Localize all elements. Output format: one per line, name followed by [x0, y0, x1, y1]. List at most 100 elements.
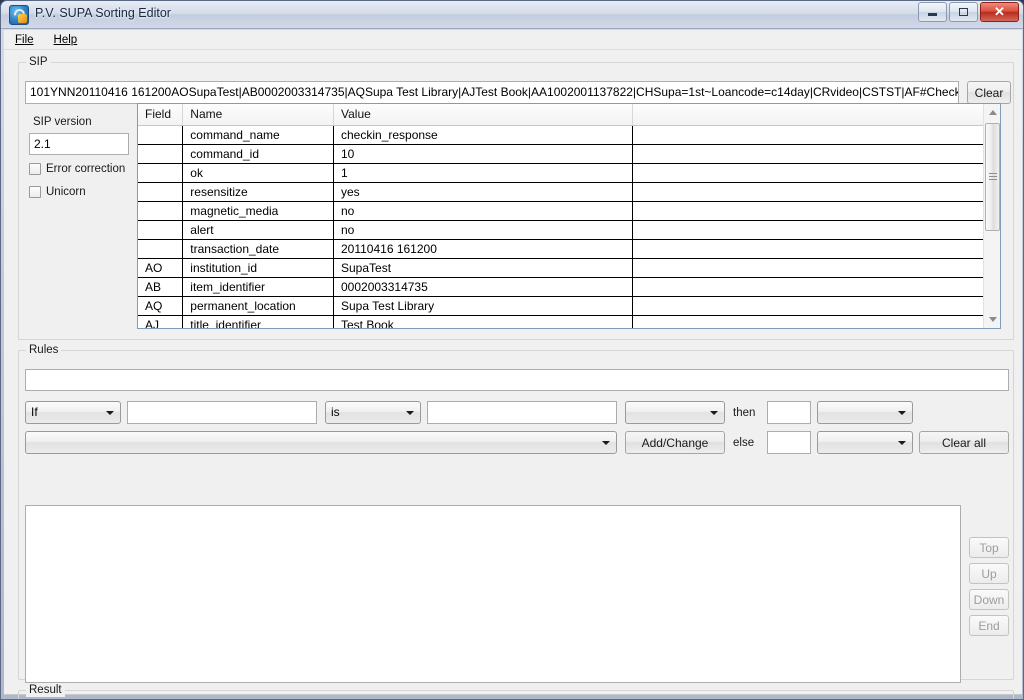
menu-item-file-label: File — [15, 33, 34, 46]
table-row[interactable]: resensitize yes — [138, 182, 1000, 202]
menu-item-help-label: Help — [53, 33, 78, 46]
rules-group: Rules If is then Add/Change else Clear a… — [18, 343, 1014, 683]
rule-field-input[interactable] — [127, 401, 317, 424]
table-cell-field: AJ — [138, 315, 184, 328]
if-condition-combo[interactable]: If — [25, 401, 121, 424]
move-top-button[interactable]: Top — [969, 537, 1009, 558]
table-cell-field — [138, 144, 184, 164]
maximize-icon — [950, 3, 977, 21]
table-cell-name: permanent_location — [182, 296, 334, 316]
table-cell-value: checkin_response — [333, 125, 634, 145]
table-cell-name: item_identifier — [182, 277, 334, 297]
column-header-name[interactable]: Name — [182, 104, 334, 126]
table-cell-value: SupaTest — [333, 258, 634, 278]
table-row[interactable]: AO institution_id SupaTest — [138, 258, 1000, 278]
table-cell-field: AB — [138, 277, 184, 297]
unicorn-checkbox[interactable]: Unicorn — [29, 186, 86, 198]
table-cell-extra — [632, 220, 1000, 240]
table-row[interactable]: ok 1 — [138, 163, 1000, 183]
scroll-up-icon[interactable] — [984, 104, 1000, 121]
chevron-down-icon — [602, 440, 610, 445]
sip-group-label: SIP — [26, 55, 51, 69]
result-group: Result Refresh Is Hold slip Is Transfer … — [18, 683, 1014, 699]
menu-item-file[interactable]: File — [6, 31, 43, 49]
sip-fields-table-inner: Field Name Value command_name checkin_res… — [138, 104, 1000, 328]
minimize-button[interactable] — [918, 2, 947, 22]
clear-all-button[interactable]: Clear all — [919, 431, 1009, 454]
application-window: P.V. SUPA Sorting Editor ✕ File Help SIP… — [0, 0, 1024, 700]
move-end-button[interactable]: End — [969, 615, 1009, 636]
rule-summary-field[interactable] — [25, 369, 1009, 391]
error-correction-checkbox[interactable]: Error correction — [29, 163, 125, 175]
maximize-button[interactable] — [949, 2, 978, 22]
table-row[interactable]: AJ title_identifier Test Book — [138, 315, 1000, 328]
table-cell-name: alert — [182, 220, 334, 240]
table-cell-name: title_identifier — [182, 315, 334, 328]
window-title: P.V. SUPA Sorting Editor — [35, 6, 171, 20]
else-action-combo[interactable] — [817, 431, 913, 454]
table-cell-field — [138, 201, 184, 221]
table-cell-name: institution_id — [182, 258, 334, 278]
then-action-combo[interactable] — [817, 401, 913, 424]
if-condition-combo-value: If — [31, 405, 38, 419]
operator-combo-value: is — [331, 405, 340, 419]
close-button[interactable]: ✕ — [980, 2, 1019, 22]
else-value-input[interactable] — [767, 431, 811, 454]
add-change-button[interactable]: Add/Change — [625, 431, 725, 454]
sip-message-input[interactable]: 101YNN20110416 161200AOSupaTest|AB000200… — [25, 81, 959, 104]
chevron-down-icon — [898, 440, 906, 445]
else-label: else — [733, 437, 755, 449]
sip-version-input[interactable]: 2.1 — [29, 133, 129, 155]
move-down-button[interactable]: Down — [969, 589, 1009, 610]
rule-action-combo[interactable] — [25, 431, 617, 454]
scrollbar-thumb[interactable] — [985, 123, 1000, 231]
table-cell-name: command_name — [182, 125, 334, 145]
table-cell-extra — [632, 239, 1000, 259]
title-bar: P.V. SUPA Sorting Editor ✕ — [1, 1, 1023, 29]
table-cell-value: no — [333, 201, 634, 221]
table-cell-value: Test Book — [333, 315, 634, 328]
error-correction-label: Error correction — [46, 163, 126, 175]
table-cell-value: 1 — [333, 163, 634, 183]
column-header-value[interactable]: Value — [333, 104, 634, 126]
result-group-label: Result — [26, 683, 65, 697]
operator-combo[interactable]: is — [325, 401, 421, 424]
table-header: Field Name Value — [138, 104, 1000, 126]
table-cell-extra — [632, 315, 1000, 328]
column-header-field[interactable]: Field — [138, 104, 184, 126]
table-row[interactable]: alert no — [138, 220, 1000, 240]
sip-group: SIP 101YNN20110416 161200AOSupaTest|AB00… — [18, 55, 1014, 340]
table-row[interactable]: command_id 10 — [138, 144, 1000, 164]
table-cell-value: no — [333, 220, 634, 240]
rule-target-combo[interactable] — [625, 401, 725, 424]
table-row[interactable]: magnetic_media no — [138, 201, 1000, 221]
menu-item-help[interactable]: Help — [45, 31, 87, 49]
unicorn-label: Unicorn — [46, 186, 86, 198]
table-cell-extra — [632, 258, 1000, 278]
table-cell-extra — [632, 296, 1000, 316]
chevron-down-icon — [406, 410, 414, 415]
rules-list[interactable] — [25, 505, 961, 683]
chevron-down-icon — [898, 410, 906, 415]
table-cell-name: command_id — [182, 144, 334, 164]
sip-fields-table[interactable]: Field Name Value command_name checkin_res… — [137, 103, 1001, 329]
table-cell-field — [138, 220, 184, 240]
table-row[interactable]: AB item_identifier 0002003314735 — [138, 277, 1000, 297]
column-header-extra[interactable] — [632, 104, 1000, 126]
table-cell-value: 0002003314735 — [333, 277, 634, 297]
table-cell-extra — [632, 163, 1000, 183]
table-row[interactable]: AQ permanent_location Supa Test Library — [138, 296, 1000, 316]
table-cell-field: AO — [138, 258, 184, 278]
table-vertical-scrollbar[interactable] — [983, 104, 1000, 328]
scroll-down-icon[interactable] — [984, 311, 1000, 328]
rule-value-input[interactable] — [427, 401, 617, 424]
table-row[interactable]: command_name checkin_response — [138, 125, 1000, 145]
table-row[interactable]: transaction_date 20110416 161200 — [138, 239, 1000, 259]
table-cell-field: AQ — [138, 296, 184, 316]
move-up-button[interactable]: Up — [969, 563, 1009, 584]
clear-button[interactable]: Clear — [967, 81, 1011, 104]
then-value-input[interactable] — [767, 401, 811, 424]
minimize-icon — [919, 3, 946, 21]
menu-bar: File Help — [4, 30, 1022, 50]
table-cell-extra — [632, 182, 1000, 202]
